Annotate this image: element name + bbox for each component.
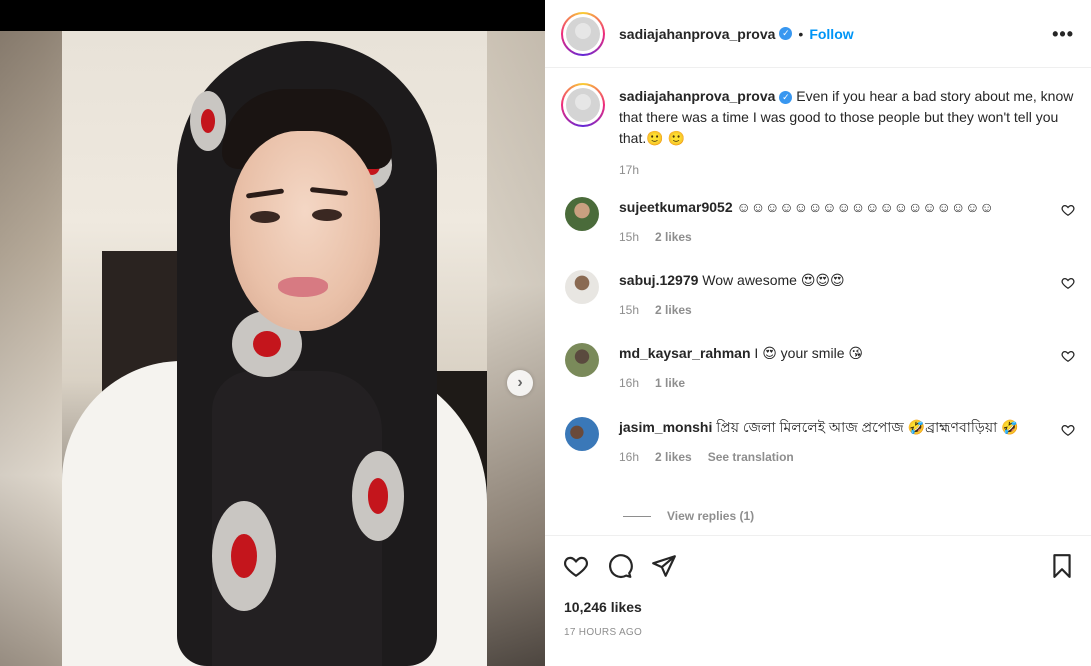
header-separator: • bbox=[798, 25, 804, 42]
comment-item: jasim_monshi প্রিয় জেলা মিললেই আজ প্রপো… bbox=[565, 417, 1081, 464]
like-heart-icon[interactable] bbox=[563, 553, 589, 579]
verified-badge-icon: ✓ bbox=[779, 27, 793, 40]
scarf-pattern-dot bbox=[212, 501, 276, 611]
caption-text-block: sadiajahanprova_prova ✓ Even if you hear … bbox=[619, 83, 1081, 181]
right-eye bbox=[312, 209, 342, 221]
default-avatar-icon bbox=[566, 16, 600, 51]
comment-likes[interactable]: 2 likes bbox=[655, 450, 692, 464]
top-bar bbox=[0, 0, 545, 31]
default-avatar-icon bbox=[566, 88, 600, 122]
scarf-pattern-dot bbox=[190, 91, 226, 151]
commenter-avatar[interactable] bbox=[565, 197, 599, 231]
more-options-icon[interactable]: ••• bbox=[1052, 24, 1074, 45]
comment-time[interactable]: 16h bbox=[619, 450, 639, 464]
post-caption: sadiajahanprova_prova ✓ Even if you hear … bbox=[561, 83, 1081, 181]
follow-button[interactable]: Follow bbox=[809, 26, 853, 42]
comment-likes[interactable]: 1 like bbox=[655, 376, 685, 390]
like-comment-heart-icon[interactable] bbox=[1061, 203, 1075, 217]
like-comment-heart-icon[interactable] bbox=[1061, 349, 1075, 363]
comment-item: sabuj.12979 Wow awesome 😍😍😍 15h 2 likes bbox=[565, 270, 1081, 317]
scarf-pattern-dot bbox=[352, 451, 404, 541]
comments-list[interactable]: sadiajahanprova_prova ✓ Even if you hear … bbox=[545, 69, 1091, 534]
share-send-icon[interactable] bbox=[651, 553, 677, 579]
left-eye bbox=[250, 211, 280, 223]
media-blur-left bbox=[0, 31, 62, 666]
save-bookmark-icon[interactable] bbox=[1049, 553, 1075, 584]
comment-text: ☺☺☺☺☺☺☺☺☺☺☺☺☺☺☺☺☺☺ bbox=[736, 199, 994, 215]
verified-badge-icon: ✓ bbox=[779, 90, 793, 104]
post-actions: 10,246 likes 17 HOURS AGO bbox=[545, 535, 1091, 666]
caption-username[interactable]: sadiajahanprova_prova bbox=[619, 88, 775, 104]
post-header: sadiajahanprova_prova ✓ • Follow ••• bbox=[545, 0, 1091, 68]
comment-text: প্রিয় জেলা মিললেই আজ প্রপোজ 🤣ব্রাহ্মণবা… bbox=[716, 419, 1019, 435]
author-avatar[interactable] bbox=[561, 11, 605, 56]
caption-avatar[interactable] bbox=[561, 83, 605, 127]
action-icons bbox=[563, 553, 677, 579]
carousel-next-button[interactable]: › bbox=[507, 370, 533, 396]
comment-likes[interactable]: 2 likes bbox=[655, 230, 692, 244]
comment-username[interactable]: md_kaysar_rahman bbox=[619, 345, 751, 361]
like-comment-heart-icon[interactable] bbox=[1061, 423, 1075, 437]
face bbox=[230, 131, 380, 331]
comment-bubble-icon[interactable] bbox=[607, 553, 633, 579]
caption-time[interactable]: 17h bbox=[619, 163, 639, 177]
comment-time[interactable]: 15h bbox=[619, 303, 639, 317]
lips bbox=[278, 277, 328, 297]
comment-item: md_kaysar_rahman I 😍 your smile 😘 16h 1 l… bbox=[565, 343, 1081, 390]
comment-username[interactable]: sabuj.12979 bbox=[619, 272, 698, 288]
post-photo bbox=[62, 31, 487, 666]
comment-text: Wow awesome 😍😍😍 bbox=[702, 272, 845, 288]
view-replies-label[interactable]: View replies (1) bbox=[667, 509, 754, 523]
post-side-panel: sadiajahanprova_prova ✓ • Follow ••• sad… bbox=[545, 0, 1091, 666]
comment-item: sujeetkumar9052 ☺☺☺☺☺☺☺☺☺☺☺☺☺☺☺☺☺☺ 15h 2 … bbox=[565, 197, 1081, 244]
like-comment-heart-icon[interactable] bbox=[1061, 276, 1075, 290]
media-blur-right bbox=[487, 31, 545, 666]
author-username[interactable]: sadiajahanprova_prova bbox=[619, 26, 775, 42]
comment-text: I 😍 your smile 😘 bbox=[754, 345, 863, 361]
view-replies-button[interactable]: View replies (1) bbox=[623, 509, 754, 523]
comment-time[interactable]: 16h bbox=[619, 376, 639, 390]
comment-time[interactable]: 15h bbox=[619, 230, 639, 244]
post-timestamp[interactable]: 17 HOURS AGO bbox=[564, 627, 642, 638]
comment-likes[interactable]: 2 likes bbox=[655, 303, 692, 317]
comment-username[interactable]: sujeetkumar9052 bbox=[619, 199, 733, 215]
post-media[interactable]: › bbox=[0, 31, 545, 666]
likes-count[interactable]: 10,246 likes bbox=[564, 599, 642, 615]
replies-divider bbox=[623, 515, 651, 517]
comment-username[interactable]: jasim_monshi bbox=[619, 419, 712, 435]
commenter-avatar[interactable] bbox=[565, 270, 599, 304]
see-translation-link[interactable]: See translation bbox=[708, 450, 794, 464]
commenter-avatar[interactable] bbox=[565, 417, 599, 451]
commenter-avatar[interactable] bbox=[565, 343, 599, 377]
